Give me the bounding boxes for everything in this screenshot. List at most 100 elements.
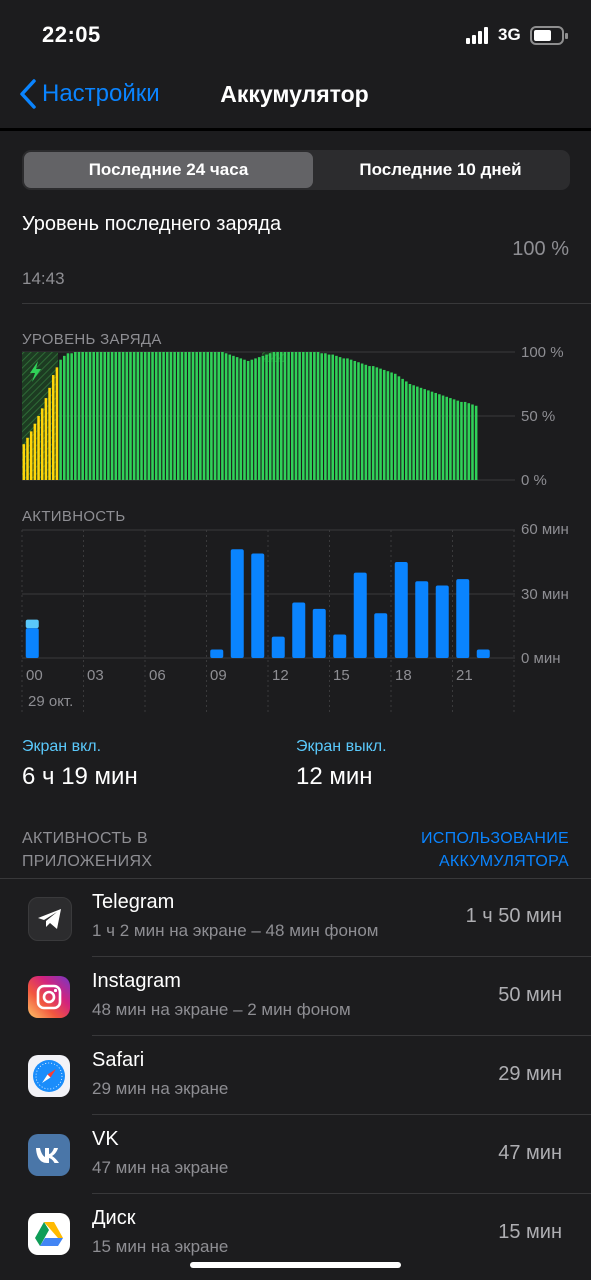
battery-icon xyxy=(530,26,568,45)
battery-bar xyxy=(165,352,169,480)
battery-bar xyxy=(401,378,404,480)
period-segmented-control: Последние 24 часа Последние 10 дней xyxy=(22,150,570,190)
instagram-icon xyxy=(28,976,70,1018)
battery-bar xyxy=(250,359,254,480)
activity-bar-screen-on xyxy=(394,562,408,658)
screen-on-label: Экран вкл. xyxy=(22,738,102,755)
status-time: 22:05 xyxy=(42,22,101,47)
activity-bar-screen-on xyxy=(456,579,470,658)
battery-bar xyxy=(235,357,239,480)
battery-bar xyxy=(143,352,147,480)
battery-bar xyxy=(74,352,77,480)
activity-bar-screen-on xyxy=(251,553,265,658)
battery-bar xyxy=(460,401,463,480)
battery-usage-toggle[interactable]: ИСПОЛЬЗОВАНИЕ АККУМУЛЯТОРА xyxy=(421,827,569,873)
battery-bar xyxy=(121,352,125,480)
battery-bar xyxy=(147,352,151,480)
battery-bar xyxy=(287,352,290,480)
activity-chart xyxy=(21,529,515,715)
app-row-instagram[interactable]: Instagram 48 мин на экране – 2 мин фоном… xyxy=(0,957,591,1036)
activity-bar-screen-on xyxy=(312,608,326,658)
battery-bar xyxy=(232,355,235,480)
battery-bar xyxy=(140,352,143,480)
battery-bar xyxy=(210,352,213,480)
battery-bar xyxy=(375,367,379,480)
battery-bar xyxy=(412,385,415,480)
vk-icon xyxy=(28,1134,70,1176)
battery-bar xyxy=(37,416,40,480)
activity-bar-screen-on xyxy=(374,613,388,658)
battery-bar xyxy=(154,352,158,480)
date-label: 29 окт. xyxy=(28,693,74,710)
screen-off-label: Экран выкл. xyxy=(296,738,387,755)
battery-bar xyxy=(136,352,140,480)
battery-y-label-100: 100 % xyxy=(521,344,564,361)
battery-bar xyxy=(243,359,246,480)
battery-bar xyxy=(390,372,393,480)
app-row-vk[interactable]: VK 47 мин на экране 47 мин xyxy=(0,1115,591,1194)
battery-bar xyxy=(40,408,44,480)
signal-icon xyxy=(466,27,488,44)
x-label-21: 21 xyxy=(456,667,473,684)
app-row-telegram[interactable]: Telegram 1 ч 2 мин на экране – 48 мин фо… xyxy=(0,878,591,957)
battery-bar xyxy=(129,352,132,480)
battery-bar xyxy=(371,366,375,480)
battery-bar xyxy=(364,364,368,480)
screen-on-value: 6 ч 19 мин xyxy=(22,763,138,790)
segment-last-24-hours[interactable]: Последние 24 часа xyxy=(24,152,313,188)
app-name: Telegram xyxy=(92,891,175,913)
activity-bar-screen-on xyxy=(292,602,306,658)
battery-bar xyxy=(180,352,184,480)
battery-bar xyxy=(191,352,195,480)
battery-bar xyxy=(195,352,198,480)
battery-bar xyxy=(224,353,228,480)
battery-bar xyxy=(331,354,335,480)
x-label-03: 03 xyxy=(87,667,104,684)
battery-bar xyxy=(55,367,59,480)
battery-bar xyxy=(430,391,434,480)
battery-bar xyxy=(342,358,346,480)
app-detail: 1 ч 2 мин на экране – 48 мин фоном xyxy=(92,921,379,940)
battery-bar xyxy=(463,401,467,480)
telegram-icon xyxy=(28,897,72,941)
activity-bar-screen-on xyxy=(353,572,367,658)
battery-bar xyxy=(382,369,386,480)
battery-bar xyxy=(305,352,309,480)
battery-bar xyxy=(327,354,331,480)
battery-bar xyxy=(467,403,471,480)
battery-bar xyxy=(88,352,92,480)
battery-bar xyxy=(99,352,103,480)
battery-bar xyxy=(246,360,250,480)
app-name: Safari xyxy=(92,1049,145,1071)
battery-bar xyxy=(177,352,180,480)
app-row-safari[interactable]: Safari 29 мин на экране 29 мин xyxy=(0,1036,591,1115)
app-detail: 29 мин на экране xyxy=(92,1079,229,1098)
drive-icon xyxy=(28,1213,70,1255)
segment-last-10-days[interactable]: Последние 10 дней xyxy=(313,152,568,188)
last-charge-label: Уровень последнего заряда xyxy=(22,213,282,235)
battery-bar xyxy=(44,398,48,480)
battery-bar xyxy=(33,423,37,480)
battery-level-chart xyxy=(22,351,515,481)
app-detail: 47 мин на экране xyxy=(92,1158,229,1177)
app-time: 50 мин xyxy=(498,984,562,1006)
battery-bar xyxy=(393,373,397,480)
app-activity-header: АКТИВНОСТЬ В ПРИЛОЖЕНИЯХ xyxy=(22,830,153,870)
battery-bar xyxy=(92,352,95,480)
activity-bar-screen-on xyxy=(271,636,285,658)
battery-bar xyxy=(474,405,478,480)
network-type: 3G xyxy=(498,25,521,44)
battery-bar xyxy=(118,352,121,480)
page-title: Аккумулятор xyxy=(220,81,369,107)
x-label-09: 09 xyxy=(210,667,227,684)
battery-y-label-0: 0 % xyxy=(521,472,547,489)
app-detail: 48 мин на экране – 2 мин фоном xyxy=(92,1000,351,1019)
battery-bar xyxy=(291,352,294,480)
x-label-15: 15 xyxy=(333,667,350,684)
battery-bar xyxy=(107,352,110,480)
activity-y-label-0: 0 мин xyxy=(521,650,561,667)
battery-bar xyxy=(316,352,320,480)
battery-bar xyxy=(302,352,305,480)
battery-bar xyxy=(239,358,243,480)
app-time: 1 ч 50 мин xyxy=(465,905,562,927)
